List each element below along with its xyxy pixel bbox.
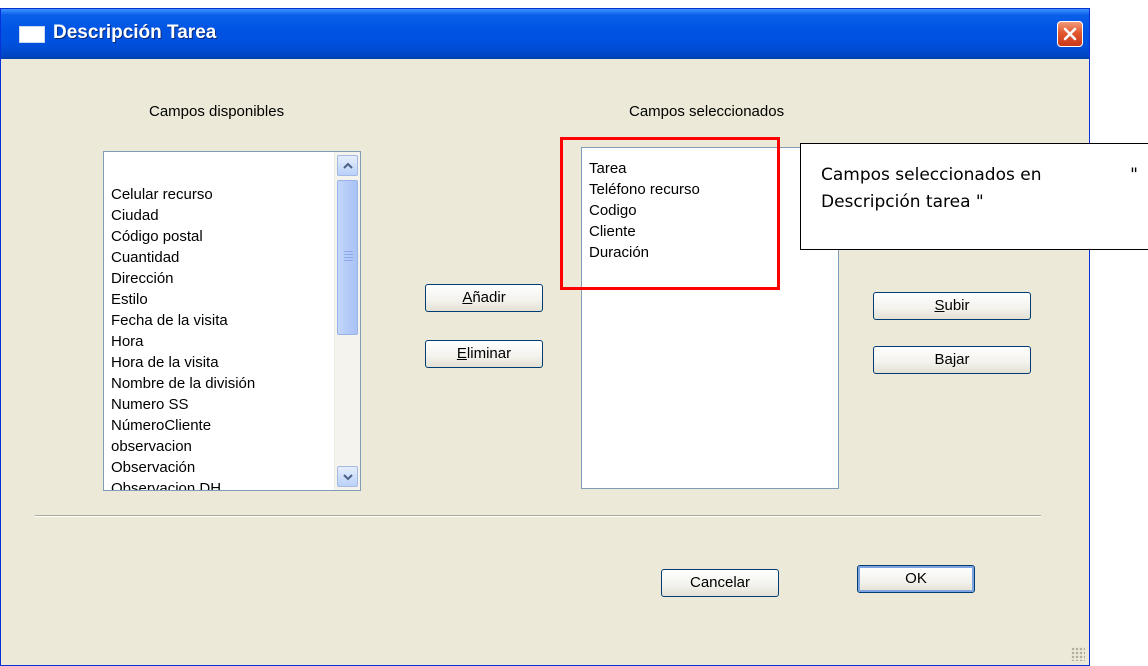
list-item[interactable]: Código postal — [111, 226, 255, 247]
available-fields-list[interactable]: Celular recurso Ciudad Código postal Cuanti… — [103, 151, 361, 491]
list-item[interactable]: Observación — [111, 457, 255, 478]
close-button[interactable] — [1057, 21, 1083, 47]
available-fields-label: Campos disponibles — [149, 103, 285, 120]
callout-line1-text: Campos seleccionados en — [821, 165, 1042, 185]
list-item[interactable]: Hora — [111, 331, 255, 352]
separator — [35, 515, 1041, 517]
selected-fields-label: Campos seleccionados — [629, 103, 785, 120]
move-up-button[interactable]: Subir — [873, 292, 1031, 320]
scroll-thumb[interactable] — [337, 180, 358, 335]
list-item[interactable]: Hora de la visita — [111, 352, 255, 373]
list-item[interactable]: Cuantidad — [111, 247, 255, 268]
chevron-down-icon — [342, 473, 353, 480]
add-button[interactable]: Añadir — [425, 284, 543, 312]
list-item[interactable]: Celular recurso — [111, 184, 255, 205]
list-item[interactable]: Dirección — [111, 268, 255, 289]
list-item[interactable]: Observacion DH — [111, 478, 255, 490]
move-down-button[interactable]: Bajar — [873, 346, 1031, 374]
title-bar[interactable]: Descripción Tarea — [1, 9, 1089, 59]
dialog-window: Descripción Tarea Campos disponibles Cel… — [0, 8, 1090, 666]
callout-line2-text: Descripción tarea " — [821, 192, 984, 212]
resize-grip[interactable] — [1071, 647, 1085, 661]
available-scrollbar[interactable] — [334, 152, 360, 490]
remove-button[interactable]: Eliminar — [425, 340, 543, 368]
list-item[interactable]: Nombre de la división — [111, 373, 255, 394]
list-item[interactable]: NúmeroCliente — [111, 415, 255, 436]
selected-fields-highlight — [560, 137, 780, 290]
window-icon — [19, 26, 45, 43]
cancel-button[interactable]: Cancelar — [661, 569, 779, 597]
list-item[interactable]: Estilo — [111, 289, 255, 310]
list-item[interactable]: Fecha de la visita — [111, 310, 255, 331]
list-item[interactable]: Ciudad — [111, 205, 255, 226]
annotation-callout: Campos seleccionados en " Descripción ta… — [800, 143, 1148, 250]
scroll-down-button[interactable] — [337, 466, 358, 487]
chevron-up-icon — [342, 162, 353, 169]
window-title: Descripción Tarea — [53, 22, 217, 43]
close-x-icon — [1063, 27, 1077, 41]
ok-button[interactable]: OK — [857, 565, 975, 593]
list-item[interactable]: observacion — [111, 436, 255, 457]
list-item[interactable]: Numero SS — [111, 394, 255, 415]
callout-line1-quote: " — [1130, 165, 1138, 185]
scroll-up-button[interactable] — [337, 155, 358, 176]
